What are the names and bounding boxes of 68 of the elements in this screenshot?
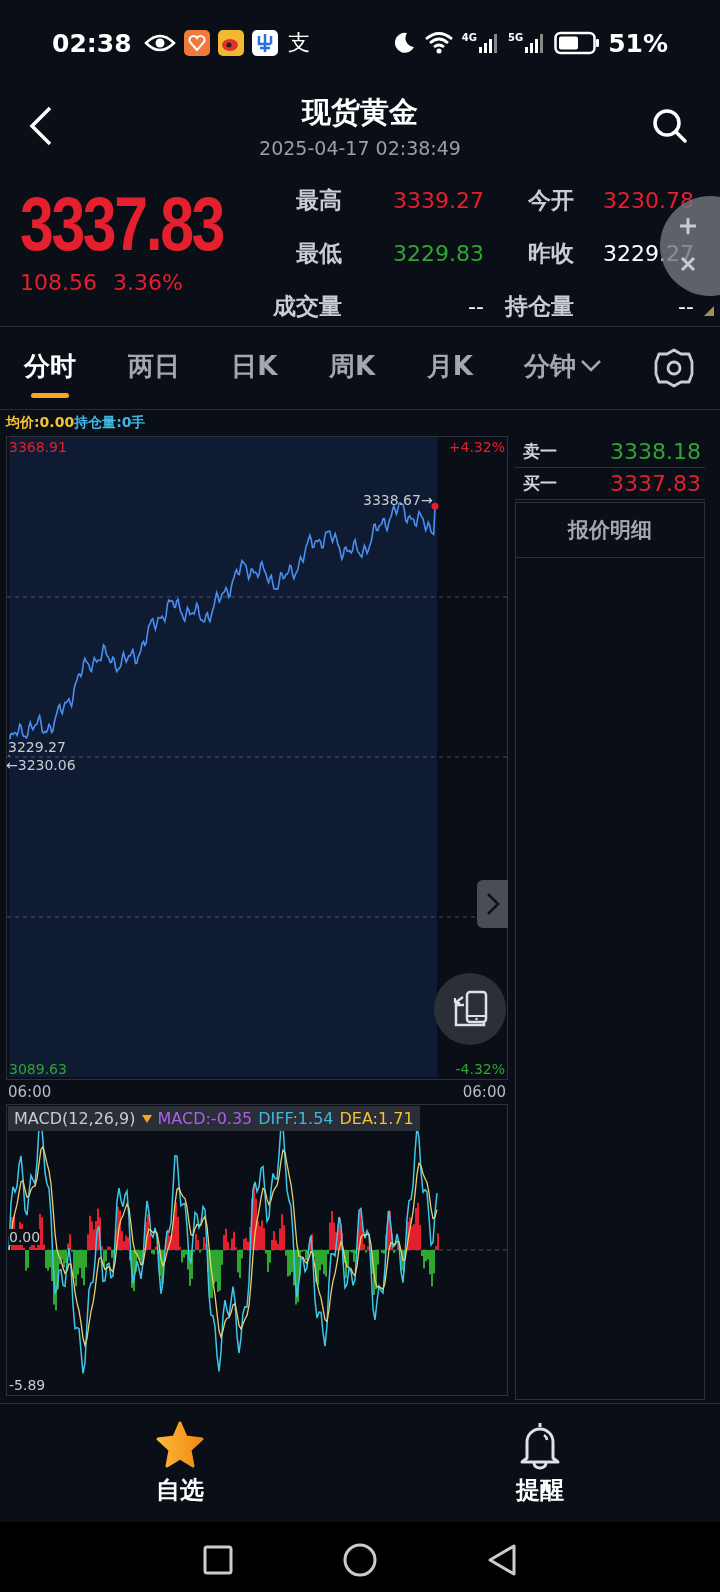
status-time: 02:38 xyxy=(52,28,132,58)
macd-value: MACD:-0.35 xyxy=(157,1109,253,1128)
axis-low-percent: -4.32% xyxy=(455,1061,505,1077)
order-price: 3337.83 xyxy=(610,471,701,496)
battery-icon xyxy=(554,31,601,55)
timestamp: 2025-04-17 02:38:49 xyxy=(259,137,461,159)
eye-icon xyxy=(143,33,176,53)
nav-item[interactable]: 提醒 xyxy=(360,1404,720,1522)
period-tab[interactable]: 月K xyxy=(426,342,473,394)
stat-value: -- xyxy=(677,294,694,319)
macd-zero-label: 0.00 xyxy=(9,1229,41,1245)
back-icon[interactable] xyxy=(28,105,54,147)
corner-mark-icon xyxy=(704,306,714,316)
order-price: 3338.18 xyxy=(610,439,701,464)
macd-min-label: -5.89 xyxy=(9,1377,46,1393)
price-change: 108.56 xyxy=(20,270,97,295)
last-price-label: 3338.67→ xyxy=(363,492,433,508)
stat-label: 最高 xyxy=(295,186,342,215)
stat-value: 3229.83 xyxy=(392,241,484,266)
period-tab[interactable]: 分钟 xyxy=(524,342,603,394)
previous-close-label: 3229.27 xyxy=(8,739,66,755)
stat-label: 最低 xyxy=(295,239,342,268)
nav-item[interactable]: 自选 xyxy=(0,1404,360,1522)
battery-percent: 51% xyxy=(608,28,668,58)
recents-icon[interactable] xyxy=(203,1545,233,1575)
chart-legend: 均价:0.00 xyxy=(6,414,75,432)
stat-label: 昨收 xyxy=(527,239,574,268)
axis-high-percent: +4.32% xyxy=(448,439,505,455)
dropdown-triangle-icon xyxy=(141,1114,152,1123)
chevron-right-icon xyxy=(485,892,500,916)
open-price-label: ←3230.06 xyxy=(6,757,76,773)
network-label: 5G xyxy=(508,32,524,43)
signal-icon xyxy=(478,32,500,54)
stat-value: -- xyxy=(467,294,484,319)
period-tab[interactable]: 周K xyxy=(328,342,376,394)
axis-high-price: 3368.91 xyxy=(9,439,67,455)
last-price: 3337.83 xyxy=(20,184,223,264)
macd-value: DIFF:1.54 xyxy=(258,1109,334,1128)
notification-glyph: 支 xyxy=(287,29,310,57)
macd-title[interactable]: MACD(12,26,9) xyxy=(14,1109,136,1128)
network-label: 4G xyxy=(461,32,477,43)
back-nav-icon[interactable] xyxy=(487,1543,517,1577)
order-label: 买一 xyxy=(523,472,557,495)
settings-icon[interactable] xyxy=(653,348,694,388)
stat-label: 持仓量 xyxy=(503,292,574,321)
stat-value: 3230.78 xyxy=(602,188,694,213)
caret-icon xyxy=(580,359,603,373)
home-icon[interactable] xyxy=(343,1543,377,1577)
star-icon xyxy=(155,1420,205,1470)
period-tab[interactable]: 两日 xyxy=(127,342,180,394)
macd-value: DEA:1.71 xyxy=(339,1109,414,1128)
order-label: 卖一 xyxy=(523,440,557,463)
search-icon[interactable] xyxy=(652,108,688,144)
chart-legend: 持仓量:0手 xyxy=(74,414,146,432)
eye-app-icon xyxy=(217,30,244,56)
time-axis-label: 06:00 xyxy=(8,1083,52,1101)
quote-detail-title: 报价明细 xyxy=(568,517,652,544)
period-tab[interactable]: 日K xyxy=(231,342,278,394)
price-change-percent: 3.36% xyxy=(113,270,183,295)
stat-value: 3339.27 xyxy=(392,188,484,213)
stat-label: 今开 xyxy=(527,186,574,215)
app-icon xyxy=(251,30,278,56)
axis-low-price: 3089.63 xyxy=(9,1061,67,1077)
heart-app-icon xyxy=(183,30,210,56)
page-title: 现货黄金 xyxy=(302,94,418,131)
time-axis-label: 06:00 xyxy=(462,1083,506,1101)
stat-label: 成交量 xyxy=(272,292,342,321)
wifi-icon xyxy=(423,31,454,55)
